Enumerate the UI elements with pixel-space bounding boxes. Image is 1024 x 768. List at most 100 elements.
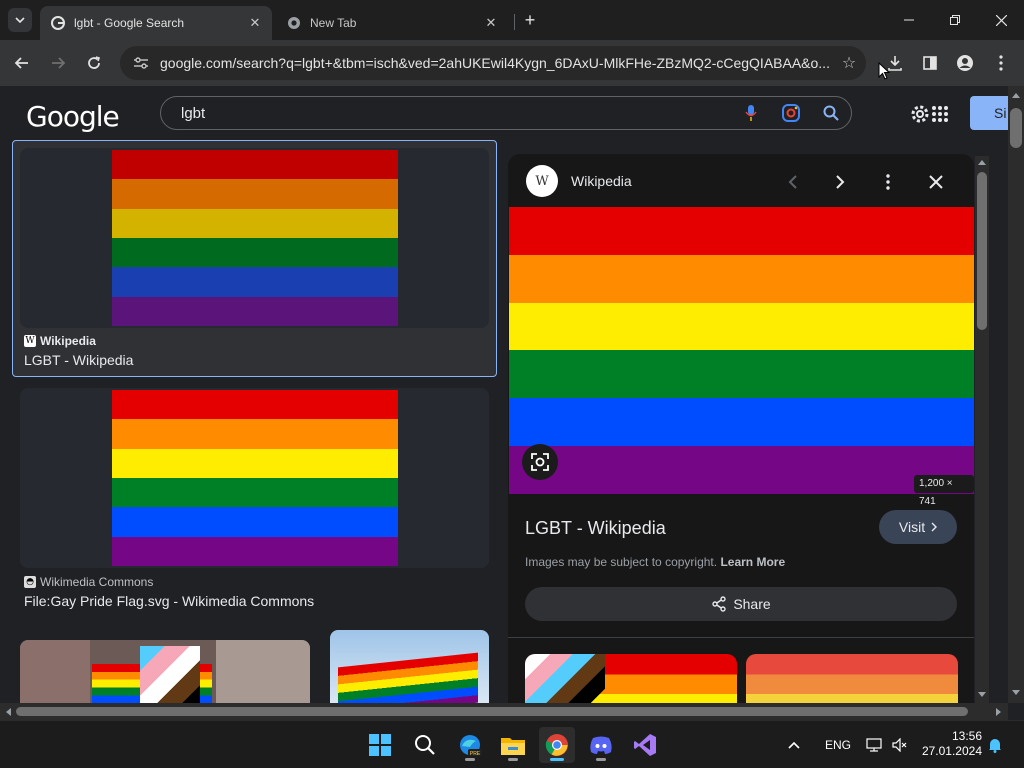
- address-bar[interactable]: google.com/search?q=lgbt+&tbm=isch&ved=2…: [120, 46, 866, 80]
- flag-stripe: [509, 254, 974, 303]
- related-image[interactable]: [525, 654, 737, 703]
- panel-title[interactable]: LGBT - Wikipedia: [525, 518, 666, 539]
- preview-image[interactable]: [509, 207, 974, 494]
- apps-grid-icon[interactable]: [928, 102, 952, 126]
- scrollbar-thumb[interactable]: [977, 172, 987, 330]
- result-source: W Wikipedia: [24, 334, 96, 348]
- new-tab-button[interactable]: +: [520, 10, 540, 30]
- chevron-left-icon[interactable]: [781, 170, 805, 194]
- result-thumbnail[interactable]: [20, 640, 310, 703]
- chevron-right-icon[interactable]: [828, 170, 852, 194]
- result-thumbnail[interactable]: [330, 630, 489, 703]
- volume-button[interactable]: [892, 721, 908, 768]
- related-image[interactable]: [746, 654, 958, 703]
- profile-button[interactable]: [950, 48, 980, 78]
- photo-crowd: [216, 640, 310, 703]
- network-button[interactable]: [866, 721, 882, 768]
- close-tab-icon[interactable]: ✕: [482, 14, 500, 32]
- arrow-right-icon: [52, 57, 66, 69]
- more-vert-icon[interactable]: [876, 170, 900, 194]
- edge-app[interactable]: PRE: [452, 727, 488, 763]
- wikipedia-icon: W: [24, 335, 36, 347]
- chevron-right-icon: [931, 522, 938, 532]
- result-card-selected[interactable]: W Wikipedia LGBT - Wikipedia: [12, 140, 497, 377]
- share-button[interactable]: Share: [525, 587, 957, 621]
- visual-studio-app[interactable]: [627, 727, 663, 763]
- tab-google-search[interactable]: lgbt - Google Search ✕: [40, 6, 272, 40]
- discord-app[interactable]: [583, 727, 619, 763]
- flag-stripe: [112, 507, 398, 537]
- result-thumbnail[interactable]: [20, 148, 489, 328]
- result-thumbnail[interactable]: [20, 388, 489, 568]
- result-title[interactable]: File:Gay Pride Flag.svg - Wikimedia Comm…: [24, 593, 314, 609]
- arrow-left-icon: [14, 57, 28, 69]
- visit-label: Visit: [898, 519, 926, 535]
- start-button[interactable]: [362, 727, 398, 763]
- source-name: Wikipedia: [40, 334, 96, 348]
- side-panel-icon: [923, 56, 937, 70]
- restore-icon: [950, 15, 960, 25]
- panel-source-name[interactable]: Wikipedia: [571, 173, 632, 189]
- close-tab-icon[interactable]: ✕: [246, 14, 264, 32]
- panel-scrollbar[interactable]: [975, 156, 989, 703]
- scrollbar-thumb[interactable]: [16, 707, 968, 716]
- panel-divider: [508, 637, 974, 638]
- scroll-down-arrow-icon[interactable]: [978, 692, 986, 698]
- browser-toolbar: google.com/search?q=lgbt+&tbm=isch&ved=2…: [0, 40, 1024, 86]
- share-label: Share: [733, 596, 771, 612]
- flag-stripe: [509, 446, 974, 494]
- language-indicator[interactable]: ENG: [825, 721, 851, 768]
- minimize-button[interactable]: [886, 0, 932, 40]
- search-input[interactable]: lgbt: [181, 105, 731, 122]
- scroll-left-arrow-icon[interactable]: [5, 708, 11, 716]
- search-icon[interactable]: [811, 105, 851, 121]
- page-scrollbar[interactable]: [1008, 86, 1024, 703]
- learn-more-link[interactable]: Learn More: [720, 555, 785, 569]
- site-info-icon[interactable]: [126, 56, 156, 70]
- search-box[interactable]: lgbt: [160, 96, 852, 130]
- visual-studio-icon: [634, 734, 656, 756]
- scroll-down-arrow-icon[interactable]: [1012, 690, 1020, 696]
- visit-button[interactable]: Visit: [879, 510, 957, 544]
- tab-new-tab[interactable]: New Tab ✕: [276, 6, 508, 40]
- chevron-down-icon: [15, 17, 25, 24]
- folder-icon: [501, 738, 525, 755]
- running-indicator: [465, 758, 475, 761]
- back-button[interactable]: [7, 48, 37, 78]
- close-window-button[interactable]: [978, 0, 1024, 40]
- notifications-button[interactable]: [988, 721, 1002, 768]
- tab-title: New Tab: [310, 16, 357, 30]
- tab-search-button[interactable]: [8, 8, 32, 32]
- taskbar-search-button[interactable]: [407, 727, 443, 763]
- result-title[interactable]: LGBT - Wikipedia: [24, 352, 133, 368]
- google-logo[interactable]: Google: [26, 100, 120, 133]
- flag-stripe: [509, 398, 974, 447]
- scrollbar-thumb[interactable]: [1010, 108, 1022, 148]
- system-clock[interactable]: 13:56 27.01.2024: [918, 729, 982, 759]
- horizontal-scrollbar[interactable]: [0, 703, 1008, 720]
- flag-stripe: [112, 208, 398, 238]
- wikipedia-logo[interactable]: W: [526, 165, 558, 197]
- tab-divider: [514, 14, 515, 30]
- close-icon[interactable]: [924, 170, 948, 194]
- mic-icon[interactable]: [731, 104, 771, 122]
- menu-button[interactable]: [986, 48, 1016, 78]
- flag-stripe: [112, 150, 398, 180]
- file-explorer-app[interactable]: [495, 727, 531, 763]
- bookmark-star-icon[interactable]: ☆: [832, 53, 866, 73]
- tray-overflow-button[interactable]: [788, 721, 800, 768]
- lens-search-button[interactable]: [522, 444, 558, 480]
- scroll-right-arrow-icon[interactable]: [996, 708, 1002, 716]
- chrome-app[interactable]: [539, 727, 575, 763]
- forward-button[interactable]: [43, 48, 73, 78]
- side-panel-button[interactable]: [915, 48, 945, 78]
- reload-button[interactable]: [79, 48, 109, 78]
- restore-button[interactable]: [932, 0, 978, 40]
- photo-crowd: [20, 640, 90, 703]
- scroll-up-arrow-icon[interactable]: [978, 159, 986, 165]
- lens-icon[interactable]: [771, 103, 811, 123]
- scroll-up-arrow-icon[interactable]: [1012, 92, 1020, 98]
- google-header: Google lgbt Si: [0, 86, 1024, 140]
- volume-muted-icon: [892, 738, 907, 752]
- result-card[interactable]: ◓ Wikimedia Commons File:Gay Pride Flag.…: [20, 388, 489, 618]
